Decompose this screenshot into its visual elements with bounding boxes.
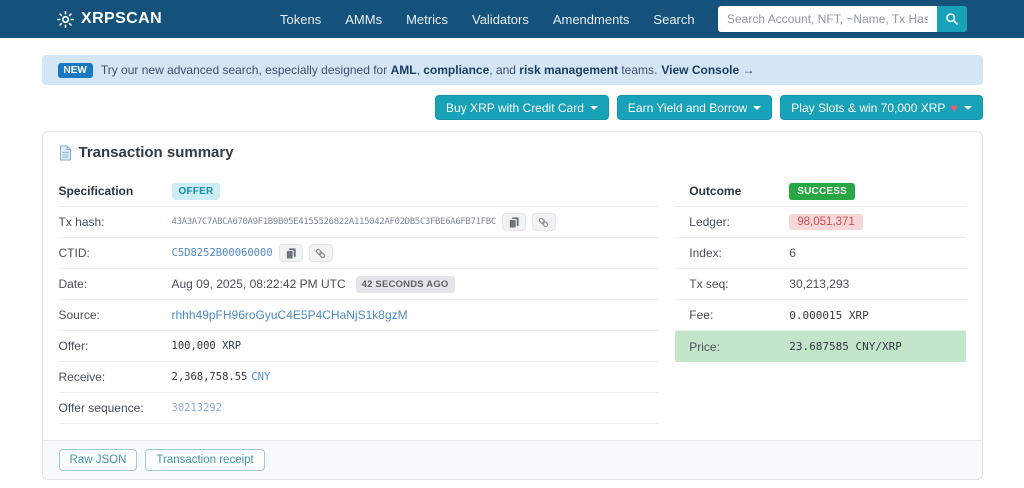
promo-actions: Buy XRP with Credit Card Earn Yield and … bbox=[42, 95, 983, 120]
banner-seg1: Try our new advanced search, especially … bbox=[100, 63, 391, 77]
receive-label: Receive: bbox=[58, 370, 106, 384]
banner-text: Try our new advanced search, especially … bbox=[101, 63, 658, 77]
banner-aml: AML bbox=[390, 63, 417, 77]
specification-header: Specification bbox=[58, 184, 134, 198]
copy-ctid-button[interactable] bbox=[278, 244, 303, 262]
navbar-search bbox=[718, 6, 967, 32]
ledger-row: Ledger: 98,051,371 bbox=[675, 207, 966, 238]
raw-json-button[interactable]: Raw JSON bbox=[58, 449, 138, 471]
chevron-down-icon bbox=[589, 105, 598, 110]
index-label: Index: bbox=[689, 246, 722, 260]
card-footer: Raw JSON Transaction receipt bbox=[42, 440, 982, 479]
earn-yield-button[interactable]: Earn Yield and Borrow bbox=[616, 95, 773, 120]
offer-value: 100,000 XRP bbox=[171, 340, 242, 352]
play-slots-button[interactable]: Play Slots & win 70,000 XRP ♥ bbox=[780, 95, 983, 120]
link-icon bbox=[537, 216, 550, 229]
link-ctid-button[interactable] bbox=[308, 244, 333, 262]
index-value: 6 bbox=[789, 246, 796, 260]
earn-yield-label: Earn Yield and Borrow bbox=[627, 100, 748, 115]
ctid-row: CTID: C5D8252B00060000 bbox=[58, 238, 660, 269]
fee-label: Fee: bbox=[689, 308, 714, 322]
search-icon bbox=[945, 12, 959, 26]
sun-logo-icon bbox=[57, 10, 74, 28]
top-navbar: XRPSCAN Tokens AMMs Metrics Validators A… bbox=[0, 0, 1024, 38]
receive-row: Receive: 2,368,758.55 CNY bbox=[58, 362, 660, 393]
card-body: Transaction summary Specification OFFER … bbox=[43, 132, 982, 440]
fee-row: Fee: 0.000015 XRP bbox=[675, 300, 966, 331]
outcome-header-row: Outcome SUCCESS bbox=[675, 176, 966, 207]
offer-label: Offer: bbox=[58, 339, 89, 353]
offer-type-badge: OFFER bbox=[171, 182, 221, 200]
chevron-down-icon bbox=[963, 105, 972, 110]
new-badge: NEW bbox=[57, 62, 93, 78]
source-label: Source: bbox=[58, 308, 100, 322]
heart-icon: ♥ bbox=[950, 100, 958, 115]
date-label: Date: bbox=[58, 277, 88, 291]
receive-currency-link[interactable]: CNY bbox=[251, 371, 270, 383]
ledger-label: Ledger: bbox=[689, 215, 730, 229]
nav-item-amms[interactable]: AMMs bbox=[345, 12, 382, 27]
banner-seg3: , and bbox=[489, 63, 520, 77]
transaction-receipt-button[interactable]: Transaction receipt bbox=[145, 449, 265, 471]
nav-item-metrics[interactable]: Metrics bbox=[406, 12, 448, 27]
announcement-banner: NEW Try our new advanced search, especia… bbox=[41, 55, 983, 85]
nav-item-search[interactable]: Search bbox=[653, 12, 694, 27]
summary-columns: Specification OFFER Tx hash: 43A3A7C7ABC… bbox=[58, 176, 966, 424]
banner-compliance: compliance bbox=[423, 63, 490, 77]
banner-risk: risk management bbox=[519, 63, 619, 77]
nav-item-amendments[interactable]: Amendments bbox=[553, 12, 630, 27]
link-icon bbox=[314, 247, 327, 260]
main-nav: Tokens AMMs Metrics Validators Amendment… bbox=[280, 12, 695, 27]
ctid-value[interactable]: C5D8252B00060000 bbox=[172, 247, 273, 259]
brand-name: XRPSCAN bbox=[81, 10, 163, 27]
nav-item-validators[interactable]: Validators bbox=[472, 12, 529, 27]
copy-icon bbox=[508, 216, 520, 229]
buy-xrp-label: Buy XRP with Credit Card bbox=[446, 100, 584, 115]
ledger-index-badge[interactable]: 98,051,371 bbox=[789, 214, 863, 230]
offer-sequence-label: Offer sequence: bbox=[58, 401, 144, 415]
brand-logo[interactable]: XRPSCAN bbox=[57, 10, 162, 28]
ctid-label: CTID: bbox=[58, 246, 90, 260]
tx-seq-row: Tx seq: 30,213,293 bbox=[675, 269, 966, 300]
tx-seq-value: 30,213,293 bbox=[789, 277, 850, 291]
chevron-down-icon bbox=[753, 105, 762, 110]
receive-value: 2,368,758.55 bbox=[171, 371, 248, 383]
tx-seq-label: Tx seq: bbox=[689, 277, 729, 291]
price-label: Price: bbox=[689, 339, 720, 354]
page-title: Transaction summary bbox=[59, 144, 966, 161]
fee-value: 0.000015 XRP bbox=[789, 308, 869, 322]
source-row: Source: rhhh49pFH96roGyuC4E5P4CHaNjS1k8g… bbox=[58, 300, 660, 331]
offer-sequence-row: Offer sequence: 30213292 bbox=[58, 393, 660, 424]
outcome-table: Outcome SUCCESS Ledger: 98,051,371 Index… bbox=[675, 176, 966, 362]
search-input[interactable] bbox=[718, 6, 937, 32]
link-tx-hash-button[interactable] bbox=[531, 213, 556, 231]
copy-icon bbox=[285, 247, 297, 260]
price-row: Price: 23.687585 CNY/XRP bbox=[675, 331, 966, 362]
time-ago-badge: 42 SECONDS AGO bbox=[355, 275, 455, 293]
play-slots-label: Play Slots & win 70,000 XRP bbox=[791, 100, 946, 115]
success-badge: SUCCESS bbox=[789, 182, 856, 200]
date-value: Aug 09, 2025, 08:22:42 PM UTC bbox=[171, 277, 346, 291]
offer-row: Offer: 100,000 XRP bbox=[58, 331, 660, 362]
document-icon bbox=[59, 145, 72, 161]
tx-hash-row: Tx hash: 43A3A7C7ABCA670A9F1B9B05E415552… bbox=[58, 207, 660, 238]
source-account-link[interactable]: rhhh49pFH96roGyuC4E5P4CHaNjS1k8gzM bbox=[172, 308, 408, 322]
view-console-link[interactable]: View Console → bbox=[661, 63, 754, 77]
specification-header-row: Specification OFFER bbox=[58, 176, 660, 207]
offer-sequence-value[interactable]: 30213292 bbox=[172, 402, 223, 414]
tx-hash-value: 43A3A7C7ABCA670A9F1B9B05E4155526822A1150… bbox=[171, 217, 497, 227]
date-row: Date: Aug 09, 2025, 08:22:42 PM UTC 42 S… bbox=[58, 269, 660, 300]
nav-item-tokens[interactable]: Tokens bbox=[280, 12, 321, 27]
index-row: Index: 6 bbox=[675, 238, 966, 269]
buy-xrp-button[interactable]: Buy XRP with Credit Card bbox=[435, 95, 609, 120]
outcome-header: Outcome bbox=[689, 184, 742, 198]
banner-seg4: teams. bbox=[618, 63, 658, 77]
transaction-summary-card: Transaction summary Specification OFFER … bbox=[41, 131, 983, 480]
price-value: 23.687585 CNY/XRP bbox=[789, 340, 902, 353]
tx-hash-label: Tx hash: bbox=[58, 215, 105, 229]
copy-tx-hash-button[interactable] bbox=[501, 213, 526, 231]
specification-table: Specification OFFER Tx hash: 43A3A7C7ABC… bbox=[58, 176, 660, 424]
search-button[interactable] bbox=[937, 6, 967, 32]
card-title-text: Transaction summary bbox=[78, 144, 234, 161]
